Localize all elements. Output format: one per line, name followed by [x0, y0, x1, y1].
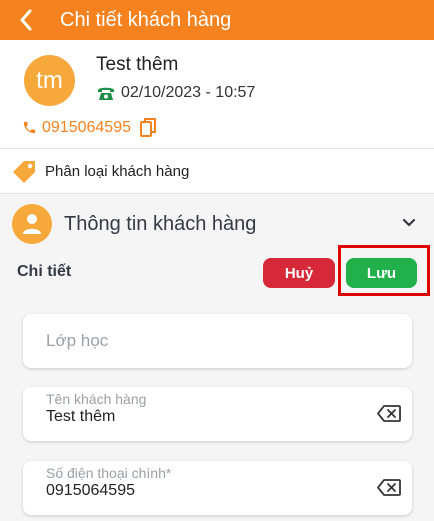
main-phone-field-value[interactable]: 0915064595 — [46, 482, 135, 500]
save-button-highlight — [338, 245, 430, 296]
detail-label: Chi tiết — [17, 263, 72, 280]
customer-name-field[interactable]: Tên khách hàng Test thêm — [23, 387, 412, 441]
customer-name-field-value[interactable]: Test thêm — [46, 408, 115, 426]
customer-profile-card: tm Test thêm 02/10/2023 - 10:57 09150645… — [0, 40, 434, 148]
section-title: Thông tin khách hàng — [64, 212, 257, 235]
app-header: Chi tiết khách hàng — [0, 0, 434, 40]
avatar: tm — [24, 55, 75, 106]
phone-icon — [23, 121, 36, 134]
cancel-button[interactable]: Huỷ — [263, 258, 335, 288]
class-field[interactable]: Lớp học — [23, 314, 412, 368]
telephone-icon — [98, 87, 114, 100]
created-date: 02/10/2023 - 10:57 — [121, 84, 256, 101]
main-phone-field-label: Số điện thoại chính* — [46, 465, 172, 481]
backspace-icon — [377, 405, 401, 422]
customer-name-field-label: Tên khách hàng — [46, 391, 147, 407]
page-title: Chi tiết khách hàng — [60, 8, 232, 31]
clear-phone-button[interactable] — [377, 479, 401, 496]
classification-label: Phân loại khách hàng — [45, 162, 190, 180]
backspace-icon — [377, 479, 401, 496]
created-date-row: 02/10/2023 - 10:57 — [96, 84, 255, 102]
tag-icon — [11, 159, 37, 183]
phone-row: 0915064595 — [22, 118, 161, 137]
clear-name-button[interactable] — [377, 405, 401, 422]
customer-name: Test thêm — [96, 54, 179, 75]
copy-icon — [139, 118, 156, 137]
chevron-left-icon — [20, 9, 32, 31]
customer-classification-row[interactable]: Phân loại khách hàng — [0, 148, 434, 194]
user-icon — [12, 204, 52, 244]
chevron-down-icon[interactable] — [402, 218, 416, 228]
class-field-placeholder: Lớp học — [46, 331, 109, 350]
back-button[interactable] — [0, 0, 52, 40]
copy-button[interactable] — [139, 118, 161, 137]
phone-number[interactable]: 0915064595 — [42, 119, 131, 137]
main-phone-field[interactable]: Số điện thoại chính* 0915064595 — [23, 461, 412, 515]
